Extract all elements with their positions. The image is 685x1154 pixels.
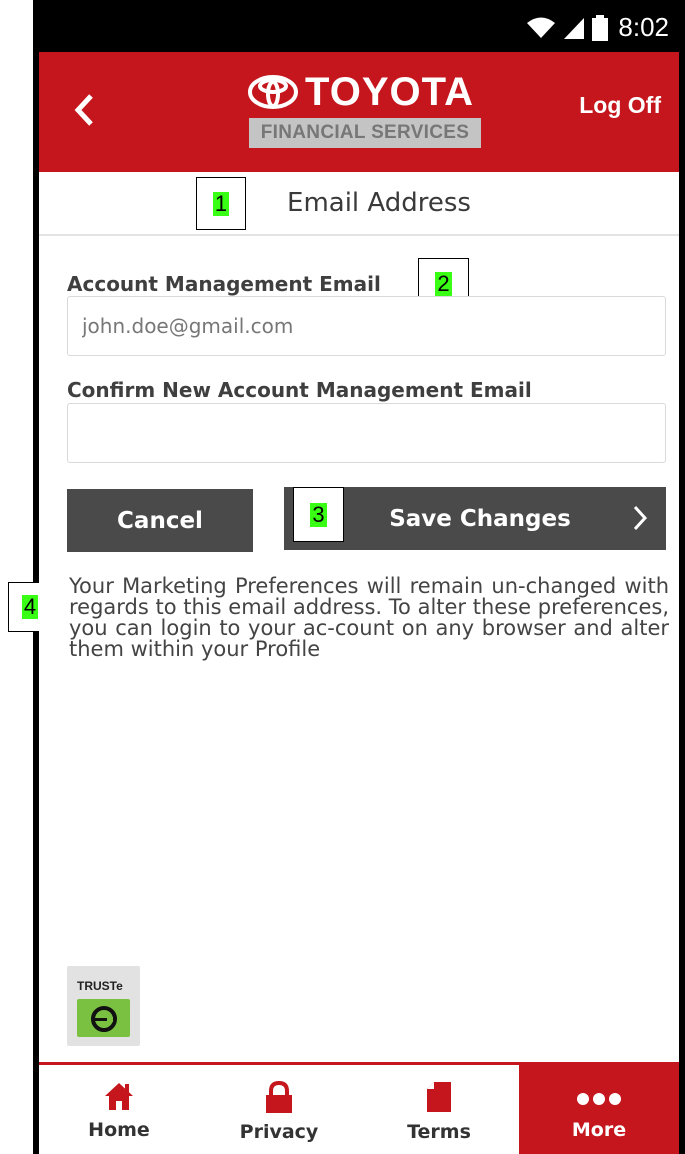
confirm-email-field[interactable]: [67, 403, 666, 463]
truste-label: TRUSTe: [77, 979, 123, 993]
logo-subtitle: FINANCIAL SERVICES: [249, 118, 481, 148]
email-label: Account Management Email: [67, 272, 381, 296]
page-title: Email Address: [287, 188, 471, 218]
title-bar: Email Address: [39, 172, 679, 236]
battery-icon: [592, 14, 609, 41]
save-changes-button-label: Save Changes: [389, 505, 571, 532]
home-icon: [105, 1083, 133, 1110]
marketing-preferences-note: Your Marketing Preferences will remain u…: [69, 574, 669, 661]
right-frame-border: [679, 0, 685, 1154]
toyota-emblem-icon: [248, 75, 298, 109]
status-time: 8:02: [618, 12, 669, 42]
app-header: TOYOTA FINANCIAL SERVICES Log Off: [39, 52, 679, 172]
annotation-marker-3: 3: [293, 487, 344, 542]
wifi-icon: [527, 17, 556, 38]
status-icons: 8:02: [526, 12, 669, 43]
annotation-marker-1: 1: [196, 177, 246, 230]
annotation-marker-4-label: 4: [21, 594, 39, 619]
nav-more[interactable]: More: [519, 1065, 679, 1154]
phone-screen: 8:02 TOYOTA FINANCIAL SERVICES Log Off E…: [39, 0, 679, 1154]
back-button[interactable]: [59, 80, 109, 140]
chevron-left-icon: [74, 94, 93, 126]
bottom-navigation: Home Privacy Terms More: [39, 1062, 679, 1154]
truste-seal[interactable]: TRUSTe: [67, 966, 140, 1046]
signal-icon: [564, 17, 585, 39]
lock-icon: [266, 1081, 292, 1113]
annotation-marker-2-label: 2: [435, 271, 452, 296]
nav-home[interactable]: Home: [39, 1065, 199, 1154]
nav-terms-label: Terms: [407, 1121, 471, 1143]
confirm-email-label: Confirm New Account Management Email: [67, 378, 532, 402]
more-dots-icon: [577, 1093, 621, 1105]
nav-home-label: Home: [88, 1119, 150, 1141]
toyota-financial-logo: TOYOTA FINANCIAL SERVICES: [247, 70, 492, 150]
chevron-right-icon: [633, 505, 648, 531]
logo-wordmark: TOYOTA: [305, 70, 474, 114]
email-field[interactable]: [67, 296, 666, 356]
log-off-button[interactable]: Log Off: [579, 92, 661, 119]
truste-logo-icon: [77, 999, 130, 1037]
cancel-button[interactable]: Cancel: [67, 489, 253, 552]
annotation-marker-1-label: 1: [212, 190, 230, 216]
cancel-button-label: Cancel: [117, 507, 203, 534]
nav-privacy[interactable]: Privacy: [199, 1065, 359, 1154]
nav-more-label: More: [571, 1119, 627, 1141]
nav-terms[interactable]: Terms: [359, 1065, 519, 1154]
annotation-marker-3-label: 3: [310, 501, 327, 527]
status-bar: 8:02: [39, 0, 679, 52]
document-icon: [427, 1082, 451, 1112]
nav-privacy-label: Privacy: [239, 1121, 319, 1143]
